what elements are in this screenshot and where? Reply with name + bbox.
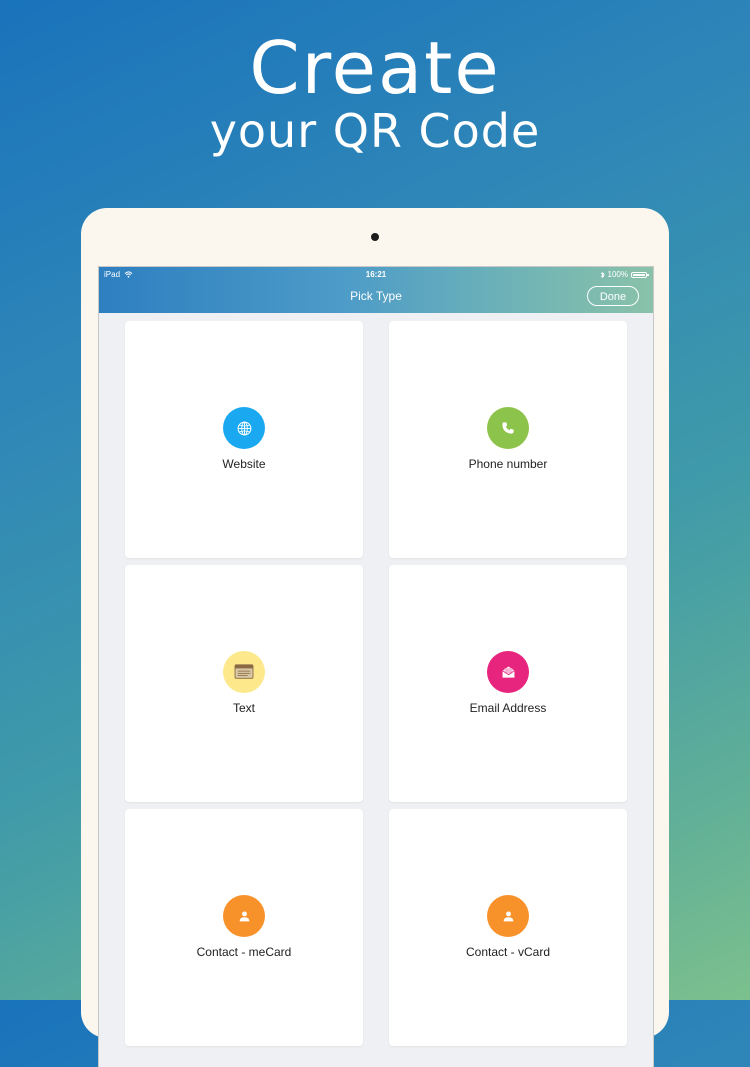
person-icon (487, 895, 529, 937)
page-title: Pick Type (350, 289, 402, 303)
ipad-device-frame: iPad 16:21 100% Pick Type Done Website P… (81, 208, 669, 1067)
envelope-icon (487, 651, 529, 693)
tile-text[interactable]: Text (125, 565, 363, 802)
battery-icon (631, 271, 649, 278)
status-right: 100% (600, 270, 649, 279)
tile-label-contact-mecard: Contact - meCard (196, 945, 292, 959)
tile-label-email-address: Email Address (469, 701, 547, 715)
hero-title: Create (249, 26, 501, 110)
text-note-icon (223, 651, 265, 693)
tile-label-contact-vcard: Contact - vCard (465, 945, 551, 959)
status-time: 16:21 (365, 270, 387, 279)
tile-label-website: Website (222, 457, 266, 471)
tile-label-text: Text (232, 701, 255, 715)
app-screen: iPad 16:21 100% Pick Type Done Website P… (98, 266, 654, 1067)
tile-email-address[interactable]: Email Address (389, 565, 627, 802)
navigation-bar: iPad 16:21 100% Pick Type Done (99, 267, 653, 313)
status-bar: iPad 16:21 100% (99, 267, 653, 281)
tile-contact-vcard[interactable]: Contact - vCard (389, 809, 627, 1046)
bluetooth-icon (600, 271, 605, 278)
done-button[interactable]: Done (587, 286, 639, 306)
tile-phone-number[interactable]: Phone number (389, 321, 627, 558)
tile-label-phone-number: Phone number (468, 457, 548, 471)
hero-subtitle: your QR Code (209, 104, 541, 158)
battery-percent: 100% (607, 270, 628, 279)
person-icon (223, 895, 265, 937)
camera-icon (371, 233, 379, 241)
tile-contact-mecard[interactable]: Contact - meCard (125, 809, 363, 1046)
hero-heading: Create your QR Code (0, 28, 750, 158)
tile-website[interactable]: Website (125, 321, 363, 558)
globe-icon (223, 407, 265, 449)
phone-icon (487, 407, 529, 449)
